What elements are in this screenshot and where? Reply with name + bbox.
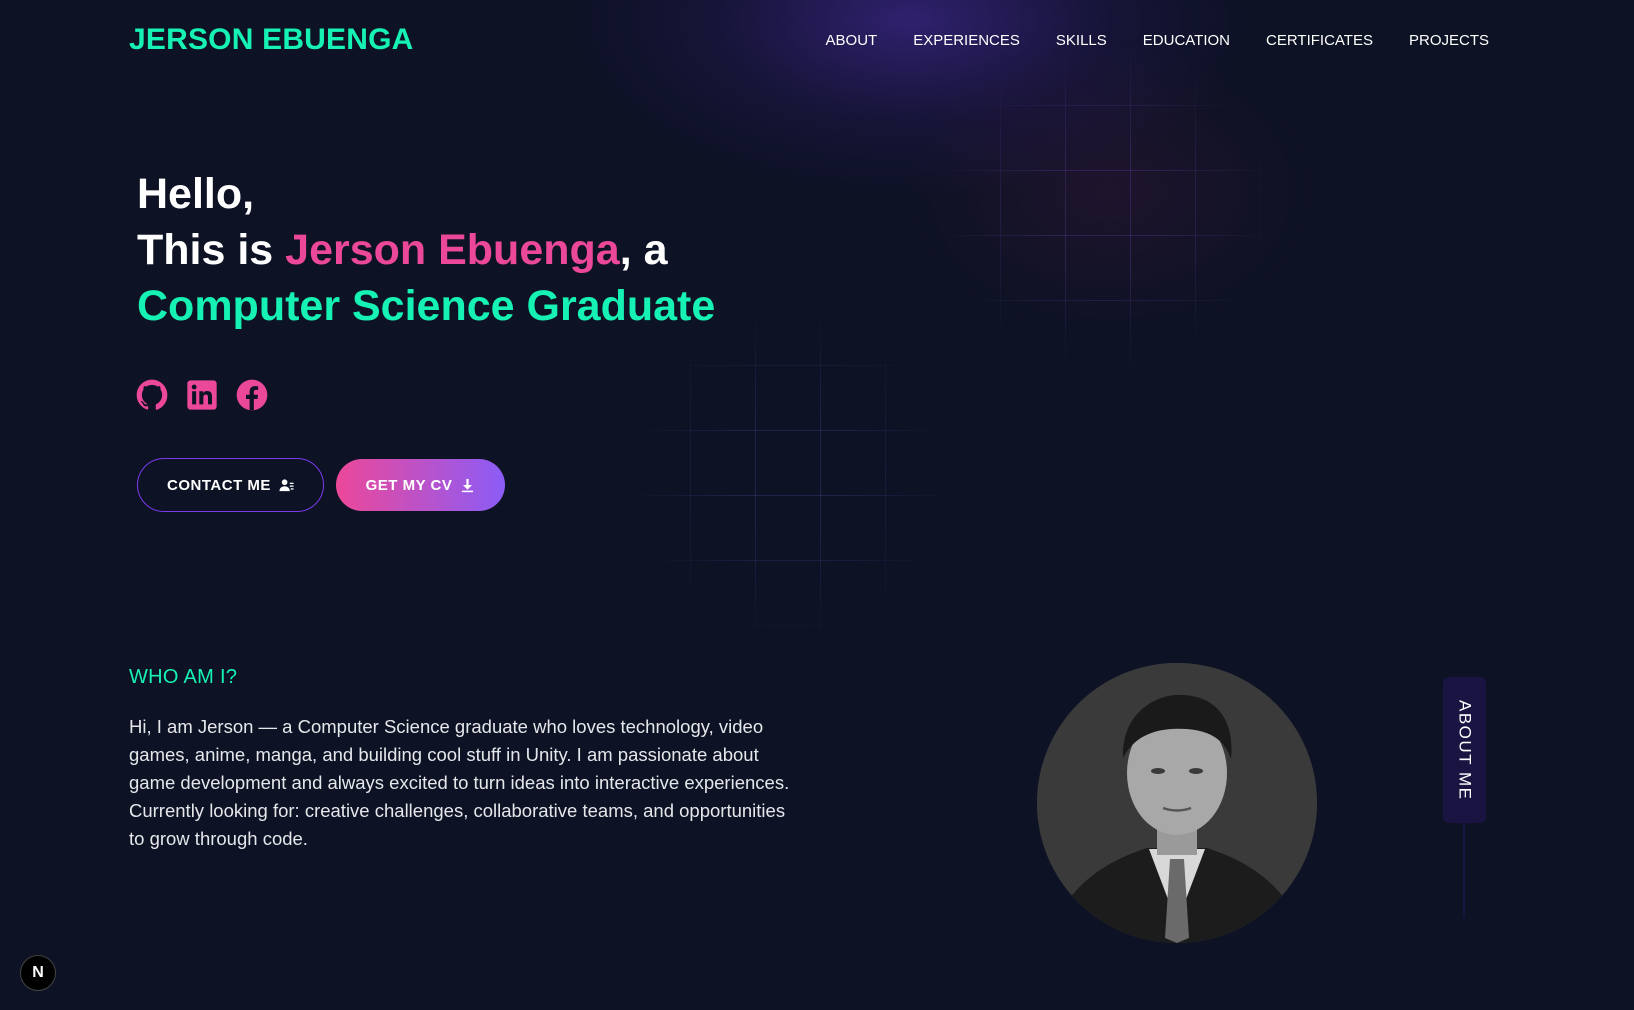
about-me-tab: ABOUT ME bbox=[1443, 677, 1486, 823]
hero-heading: Hello, This is Jerson Ebuenga, a Compute… bbox=[137, 166, 715, 334]
nav-link-skills[interactable]: SKILLS bbox=[1056, 32, 1107, 49]
user-contact-icon bbox=[279, 478, 294, 493]
hero-intro-suffix: , a bbox=[619, 226, 668, 274]
github-icon[interactable] bbox=[136, 379, 168, 411]
contact-me-button[interactable]: CONTACT ME bbox=[137, 458, 324, 512]
about-tab-divider bbox=[1463, 823, 1465, 918]
navbar: JERSON EBUENGA ABOUT EXPERIENCES SKILLS … bbox=[129, 20, 1489, 60]
get-cv-button[interactable]: GET MY CV bbox=[336, 459, 505, 511]
hero-name: Jerson Ebuenga bbox=[285, 226, 620, 274]
download-icon bbox=[460, 478, 475, 493]
hero-role: Computer Science Graduate bbox=[137, 282, 716, 330]
contact-me-label: CONTACT ME bbox=[167, 476, 271, 494]
hero-buttons: CONTACT ME GET MY CV bbox=[137, 458, 505, 512]
nav-link-projects[interactable]: PROJECTS bbox=[1409, 32, 1489, 49]
nav-link-education[interactable]: EDUCATION bbox=[1143, 32, 1230, 49]
facebook-icon[interactable] bbox=[236, 379, 268, 411]
nav-link-about[interactable]: ABOUT bbox=[826, 32, 878, 49]
about-paragraph: Hi, I am Jerson — a Computer Science gra… bbox=[129, 716, 790, 849]
hero-intro-line: This is Jerson Ebuenga, a bbox=[137, 222, 715, 278]
nextjs-dev-badge[interactable]: N bbox=[20, 955, 56, 991]
who-am-i-heading: WHO AM I? bbox=[129, 666, 238, 688]
social-links bbox=[136, 379, 268, 411]
hero-greeting: Hello, bbox=[137, 170, 255, 218]
nav-link-experiences[interactable]: EXPERIENCES bbox=[913, 32, 1020, 49]
nav-links: ABOUT EXPERIENCES SKILLS EDUCATION CERTI… bbox=[826, 32, 1489, 49]
about-me-tab-label: ABOUT ME bbox=[1455, 699, 1475, 801]
brand-logo[interactable]: JERSON EBUENGA bbox=[129, 23, 414, 57]
profile-photo bbox=[1037, 663, 1317, 943]
linkedin-icon[interactable] bbox=[186, 379, 218, 411]
background-grid bbox=[625, 300, 955, 650]
hero-intro-prefix: This is bbox=[137, 226, 286, 274]
get-cv-label: GET MY CV bbox=[365, 476, 453, 494]
background-glow-secondary bbox=[900, 40, 1320, 340]
nav-link-certificates[interactable]: CERTIFICATES bbox=[1266, 32, 1373, 49]
background-grid bbox=[935, 40, 1275, 380]
